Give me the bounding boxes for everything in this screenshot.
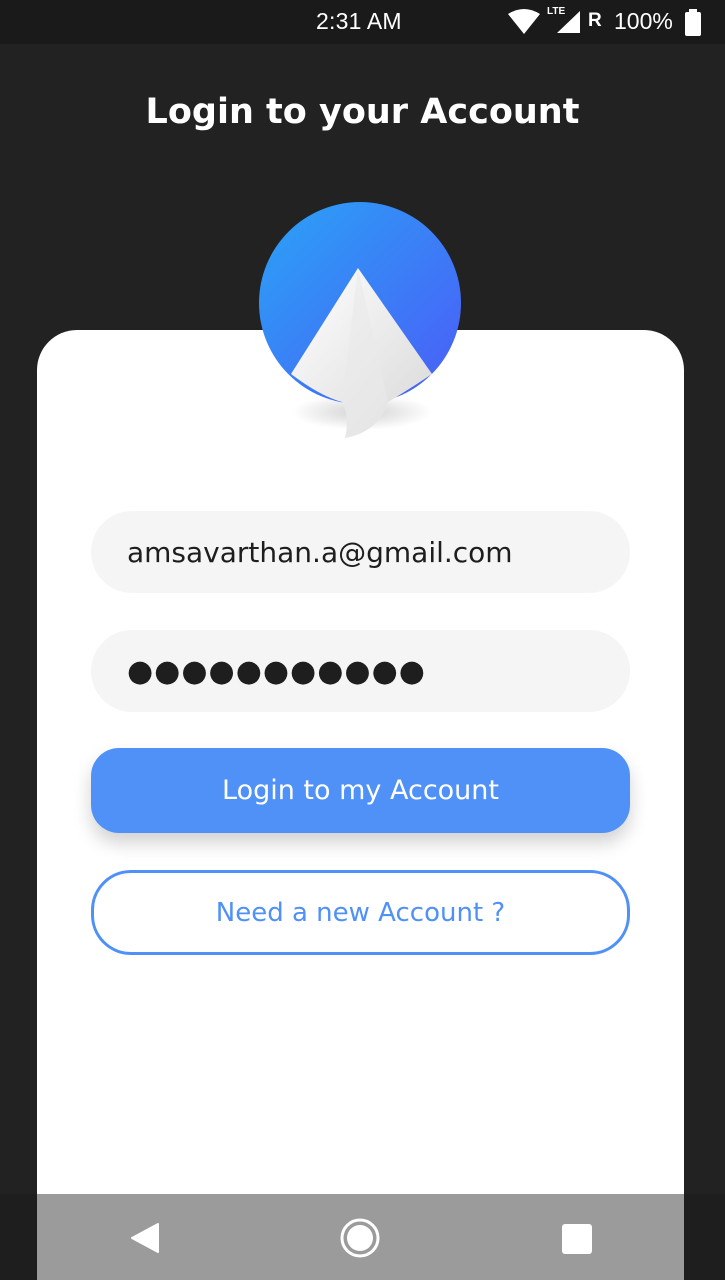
email-field[interactable]: amsavarthan.a@gmail.com: [91, 511, 630, 593]
page-title: Login to your Account: [145, 92, 580, 132]
recents-icon[interactable]: [554, 1216, 598, 1260]
password-field[interactable]: ●●●●●●●●●●●: [91, 630, 630, 712]
battery-icon: [684, 9, 702, 41]
roaming-indicator: R: [588, 10, 602, 31]
back-icon[interactable]: [124, 1216, 168, 1260]
register-button-label: Need a new Account ?: [215, 897, 506, 928]
wifi-icon: [507, 9, 541, 39]
login-button-label: Login to my Account: [222, 775, 499, 806]
register-button[interactable]: Need a new Account ?: [91, 870, 630, 955]
login-button[interactable]: Login to my Account: [91, 748, 630, 833]
app-logo-icon: [258, 202, 464, 442]
battery-percentage: 100%: [614, 8, 673, 34]
email-value: amsavarthan.a@gmail.com: [127, 535, 513, 569]
status-bar: 2:31 AM LTE R 100%: [0, 0, 725, 44]
login-screen: 2:31 AM LTE R 100% Login to your Account: [0, 0, 725, 1280]
password-value: ●●●●●●●●●●●: [127, 653, 426, 689]
navigation-bar: [0, 1194, 725, 1280]
cell-signal-icon: [555, 10, 581, 38]
home-icon[interactable]: [338, 1216, 382, 1260]
status-time: 2:31 AM: [316, 8, 402, 34]
